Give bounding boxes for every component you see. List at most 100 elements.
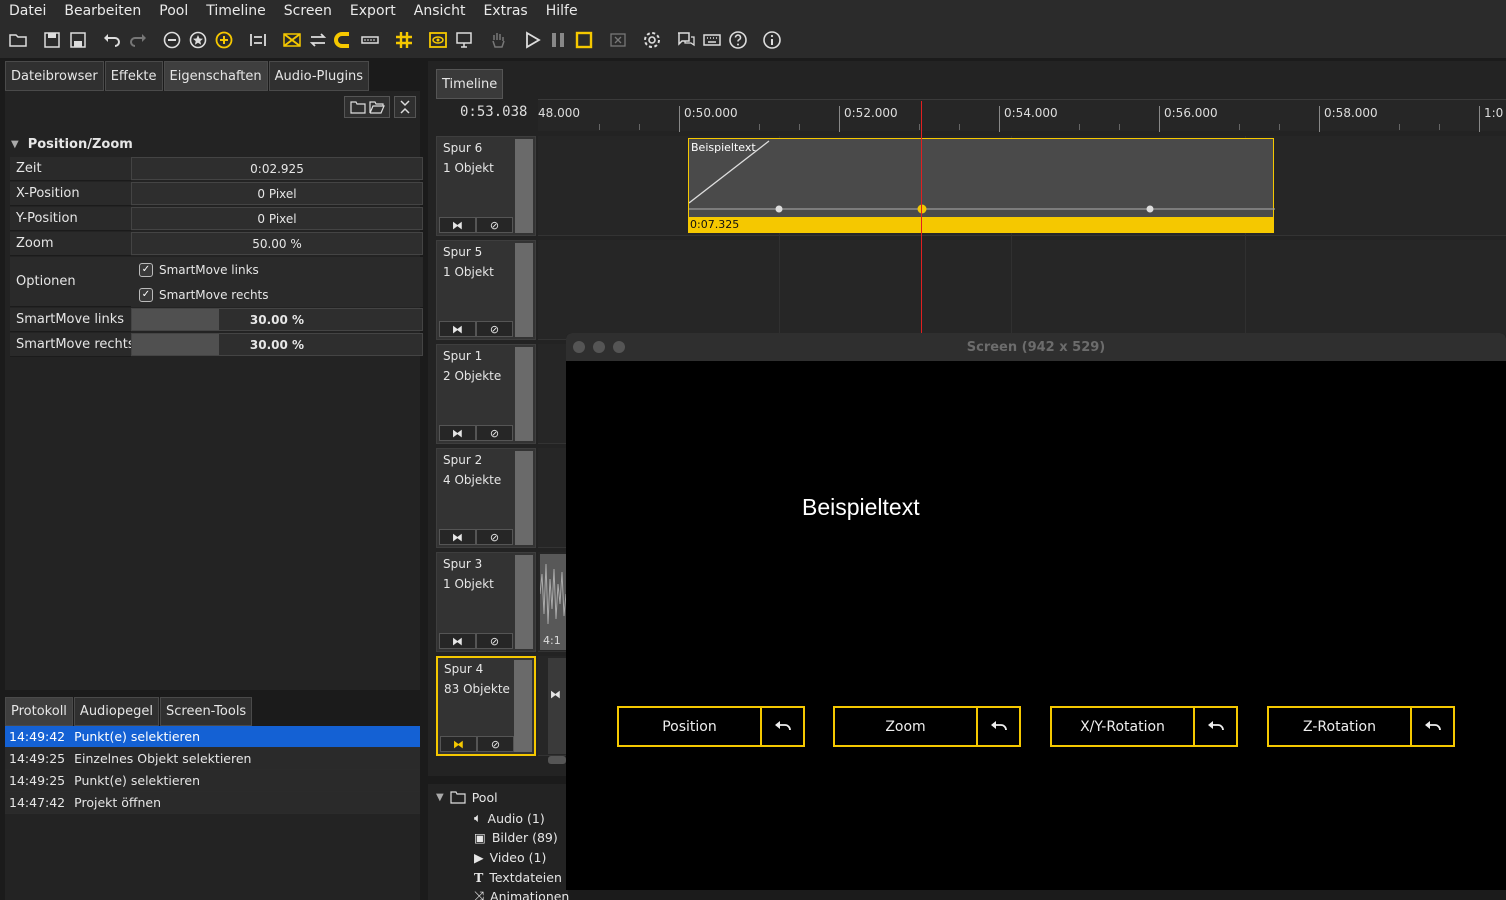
keyframe-point[interactable] — [775, 205, 783, 213]
hand-icon[interactable] — [486, 28, 510, 52]
log-row[interactable]: 14:49:25 Einzelnes Objekt selektieren — [5, 748, 420, 770]
close-box-icon[interactable] — [606, 28, 630, 52]
track-header[interactable]: Spur 3 1 Objekt ⧓ ⊘ — [436, 552, 536, 652]
xy-rotation-reset-button[interactable] — [1195, 708, 1236, 745]
info-icon[interactable] — [760, 28, 784, 52]
save-as-icon[interactable] — [66, 28, 90, 52]
preview-eye-icon[interactable] — [426, 28, 450, 52]
checkbox-smartmove-links[interactable]: ✓ SmartMove links — [131, 257, 423, 282]
settings-gear-icon[interactable] — [640, 28, 664, 52]
keyboard-strip-icon[interactable] — [358, 28, 382, 52]
track-lane[interactable] — [538, 240, 1506, 340]
tab-protokoll[interactable]: Protokoll — [5, 697, 73, 726]
redo-icon[interactable] — [126, 28, 150, 52]
keyframe-point[interactable] — [1146, 205, 1154, 213]
tab-dateibrowser[interactable]: Dateibrowser — [5, 61, 104, 91]
tab-screen-tools[interactable]: Screen-Tools — [159, 697, 253, 726]
pool-item-animationen[interactable]: ⤨ Animationen — [474, 888, 569, 900]
checkbox-smartmove-rechts[interactable]: ✓ SmartMove rechts — [131, 282, 423, 307]
menu-export[interactable]: Export — [341, 3, 405, 19]
track-header[interactable]: Spur 5 1 Objekt ⧓ ⊘ — [436, 240, 536, 340]
bowtie-icon[interactable]: ⧓ — [439, 217, 476, 233]
menu-hilfe[interactable]: Hilfe — [537, 3, 587, 19]
open-folder-small-icon[interactable] — [368, 100, 385, 114]
preview-text[interactable]: Beispieltext — [802, 494, 920, 521]
track-volume-bar[interactable] — [515, 347, 533, 441]
menu-pool[interactable]: Pool — [150, 3, 197, 19]
tab-timeline[interactable]: Timeline — [436, 69, 504, 99]
prop-value-zoom[interactable]: 50.00 % — [131, 232, 423, 255]
help-icon[interactable] — [726, 28, 750, 52]
log-row[interactable]: 14:47:42 Projekt öffnen — [5, 792, 420, 814]
screen-window-titlebar[interactable]: Screen (942 x 529) — [566, 333, 1506, 361]
log-row[interactable]: 14:49:42 Punkt(e) selektieren — [5, 726, 420, 748]
magnet-icon[interactable] — [332, 28, 356, 52]
prop-value-zeit[interactable]: 0:02.925 — [131, 157, 423, 180]
menu-bearbeiten[interactable]: Bearbeiten — [55, 3, 150, 19]
zoom-reset-button[interactable] — [978, 708, 1019, 745]
text-clip[interactable]: Beispieltext 0:07.325 — [688, 138, 1275, 233]
tab-eigenschaften[interactable]: Eigenschaften — [163, 61, 268, 91]
menu-extras[interactable]: Extras — [474, 3, 536, 19]
track-header[interactable]: Spur 2 4 Objekte ⧓ ⊘ — [436, 448, 536, 548]
crossfade-icon[interactable] — [280, 28, 304, 52]
prop-value-x-position[interactable]: 0 Pixel — [131, 182, 423, 205]
save-icon[interactable] — [40, 28, 64, 52]
menu-datei[interactable]: Datei — [0, 3, 55, 19]
xy-rotation-button[interactable]: X/Y-Rotation — [1052, 708, 1195, 745]
time-ruler[interactable]: 48.000 0:50.000 0:52.000 0:54.000 0:56.0… — [538, 99, 1506, 132]
zoom-button[interactable]: Zoom — [835, 708, 978, 745]
audio-clip[interactable]: 4:1 — [539, 554, 567, 650]
z-rotation-reset-button[interactable] — [1412, 708, 1453, 745]
window-zoom-icon[interactable] — [613, 341, 625, 353]
pause-icon[interactable] — [546, 28, 570, 52]
swap-icon[interactable] — [306, 28, 330, 52]
bowtie-icon[interactable]: ⧓ — [439, 633, 476, 649]
image-clip[interactable]: ⧓ — [548, 658, 566, 754]
track-volume-bar[interactable] — [515, 451, 533, 545]
z-rotation-button[interactable]: Z-Rotation — [1269, 708, 1412, 745]
zoom-out-icon[interactable] — [160, 28, 184, 52]
track-volume-bar[interactable] — [515, 555, 533, 649]
mute-icon[interactable]: ⊘ — [476, 425, 513, 441]
playhead[interactable] — [921, 101, 922, 333]
play-icon[interactable] — [520, 28, 544, 52]
open-folder-icon[interactable] — [6, 28, 30, 52]
track-volume-bar[interactable] — [515, 139, 533, 233]
position-button[interactable]: Position — [619, 708, 762, 745]
split-icon[interactable] — [246, 28, 270, 52]
menu-timeline[interactable]: Timeline — [197, 3, 275, 19]
zoom-fit-icon[interactable] — [186, 28, 210, 52]
menu-ansicht[interactable]: Ansicht — [405, 3, 475, 19]
new-folder-icon[interactable] — [349, 100, 366, 114]
stop-icon[interactable] — [572, 28, 596, 52]
section-position-zoom[interactable]: ▼ Position/Zoom — [5, 133, 420, 155]
track-volume-bar[interactable] — [514, 660, 532, 752]
position-reset-button[interactable] — [762, 708, 803, 745]
bowtie-icon[interactable]: ⧓ — [439, 321, 476, 337]
prop-value-y-position[interactable]: 0 Pixel — [131, 207, 423, 230]
mute-icon[interactable]: ⊘ — [476, 321, 513, 337]
window-minimize-icon[interactable] — [593, 341, 605, 353]
track-header[interactable]: Spur 6 1 Objekt ⧓ ⊘ — [436, 136, 536, 236]
zoom-in-icon[interactable] — [212, 28, 236, 52]
mute-icon[interactable]: ⊘ — [476, 529, 513, 545]
track-header-selected[interactable]: Spur 4 83 Objekte ⧓ ⊘ — [436, 656, 536, 756]
bowtie-icon[interactable]: ⧓ — [439, 529, 476, 545]
tab-audiopegel[interactable]: Audiopegel — [73, 697, 159, 726]
mute-icon[interactable]: ⊘ — [476, 633, 513, 649]
keyboard-icon[interactable] — [700, 28, 724, 52]
bowtie-icon[interactable]: ⧓ — [439, 425, 476, 441]
pool-item-audio[interactable]: 🔈︎ Audio (1) — [474, 810, 545, 826]
pool-item-video[interactable]: ▶︎ Video (1) — [474, 850, 546, 865]
slider-smartmove-rechts[interactable]: 30.00 % — [131, 333, 423, 356]
track-header[interactable]: Spur 1 2 Objekte ⧓ ⊘ — [436, 344, 536, 444]
mute-icon[interactable]: ⊘ — [476, 217, 513, 233]
log-row[interactable]: 14:49:25 Punkt(e) selektieren — [5, 770, 420, 792]
keyframe-point-selected[interactable] — [917, 204, 927, 214]
slider-smartmove-links[interactable]: 30.00 % — [131, 308, 423, 331]
tab-audio-plugins[interactable]: Audio-Plugins — [268, 61, 370, 91]
window-close-icon[interactable] — [573, 341, 585, 353]
undo-icon[interactable] — [100, 28, 124, 52]
timeline-scrollbar[interactable] — [548, 756, 566, 764]
